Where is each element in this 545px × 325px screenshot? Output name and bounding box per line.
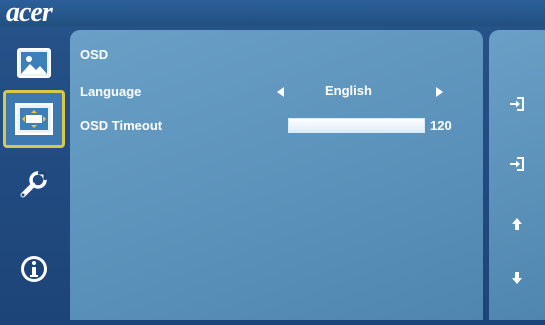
osd-settings-panel: OSD Language English OSD Timeout 120 <box>70 30 483 320</box>
osd-nav <box>0 30 68 325</box>
wrench-icon <box>18 169 50 201</box>
exit-key[interactable] <box>507 156 527 176</box>
nav-item-picture[interactable] <box>6 36 62 90</box>
osd-icon <box>15 103 53 135</box>
picture-icon <box>17 48 51 78</box>
nav-item-settings[interactable] <box>6 158 62 212</box>
osd-timeout-slider-fill <box>289 119 424 132</box>
brand-bar: acer <box>0 0 545 28</box>
language-label: Language <box>80 84 142 99</box>
up-arrow-icon <box>511 217 523 236</box>
brand-logo: acer <box>6 0 53 28</box>
osd-timeout-label: OSD Timeout <box>80 118 163 133</box>
info-icon <box>18 253 50 285</box>
nav-item-osd[interactable] <box>3 90 65 148</box>
enter-icon <box>509 96 525 117</box>
exit-icon <box>509 156 525 177</box>
language-value[interactable]: English <box>325 83 372 98</box>
down-key[interactable] <box>507 270 527 290</box>
enter-key[interactable] <box>507 96 527 116</box>
section-title: OSD <box>80 47 109 62</box>
nav-item-information[interactable] <box>6 242 62 296</box>
key-guide <box>489 30 545 320</box>
up-key[interactable] <box>507 216 527 236</box>
language-next-arrow-icon[interactable] <box>436 87 443 97</box>
monitor-osd: acer OSD Language English OSD Timeout 12… <box>0 0 545 325</box>
osd-timeout-value: 120 <box>430 118 452 133</box>
language-prev-arrow-icon[interactable] <box>277 87 284 97</box>
down-arrow-icon <box>511 271 523 290</box>
osd-timeout-slider[interactable] <box>288 118 425 133</box>
